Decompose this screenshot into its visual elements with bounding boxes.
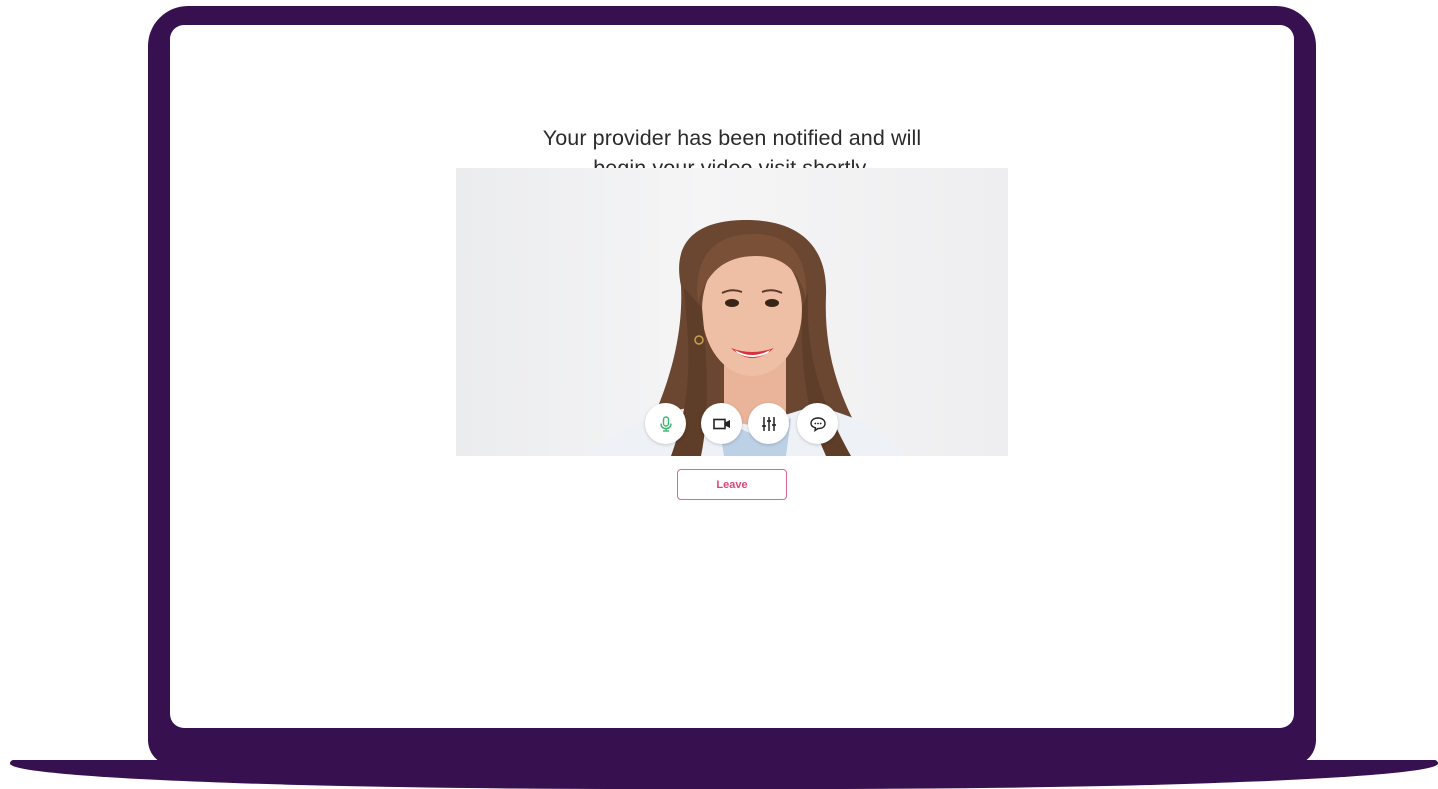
self-video-preview <box>456 168 1008 456</box>
chat-bubble-icon <box>809 416 826 432</box>
laptop-base <box>10 760 1438 789</box>
chat-button[interactable] <box>797 403 838 444</box>
sliders-icon <box>761 416 776 431</box>
laptop-screen: Your provider has been notified and will… <box>170 25 1294 728</box>
settings-button[interactable] <box>748 403 789 444</box>
video-camera-icon <box>712 418 730 429</box>
microphone-button[interactable] <box>645 403 686 444</box>
microphone-icon <box>659 415 672 432</box>
laptop-mockup: Your provider has been notified and will… <box>0 0 1438 789</box>
leave-button[interactable]: Leave <box>677 469 787 500</box>
waiting-message-line-1: Your provider has been notified and will <box>542 126 922 150</box>
video-controls <box>456 403 1008 447</box>
camera-button[interactable] <box>701 403 742 444</box>
